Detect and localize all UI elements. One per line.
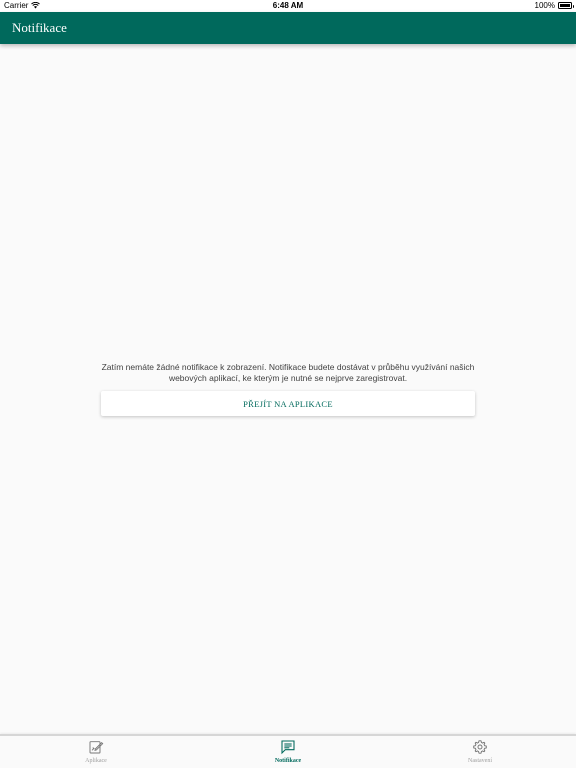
nav-label-nastaveni: Nastavení [468, 758, 492, 764]
clock: 6:48 AM [272, 1, 304, 10]
battery-percent: 100% [534, 1, 555, 10]
nav-item-aplikace[interactable]: Aplikace [56, 739, 136, 768]
chat-lines-icon [281, 740, 295, 755]
battery-icon [558, 2, 574, 9]
nav-label-notifikace: Notifikace [274, 758, 302, 764]
nav-item-nastaveni[interactable]: Nastavení [440, 739, 520, 768]
empty-state-message: Zatím nemáte žádné notifikace k zobrazen… [101, 362, 475, 383]
app-bar: Notifikace [0, 12, 576, 44]
nav-item-notifikace[interactable]: Notifikace [248, 739, 328, 768]
status-bar: Carrier 6:48 AM 100% [0, 0, 576, 12]
gear-icon [473, 740, 487, 754]
battery-indicator: 100% [534, 1, 574, 10]
go-to-apps-button[interactable]: PŘEJÍT NA APLIKACE [101, 391, 475, 416]
page-title: Notifikace [12, 20, 67, 35]
nav-label-aplikace: Aplikace [85, 758, 107, 764]
edit-note-icon [89, 741, 104, 754]
bottom-navigation: Aplikace Notifikace Nastavení [0, 734, 576, 768]
